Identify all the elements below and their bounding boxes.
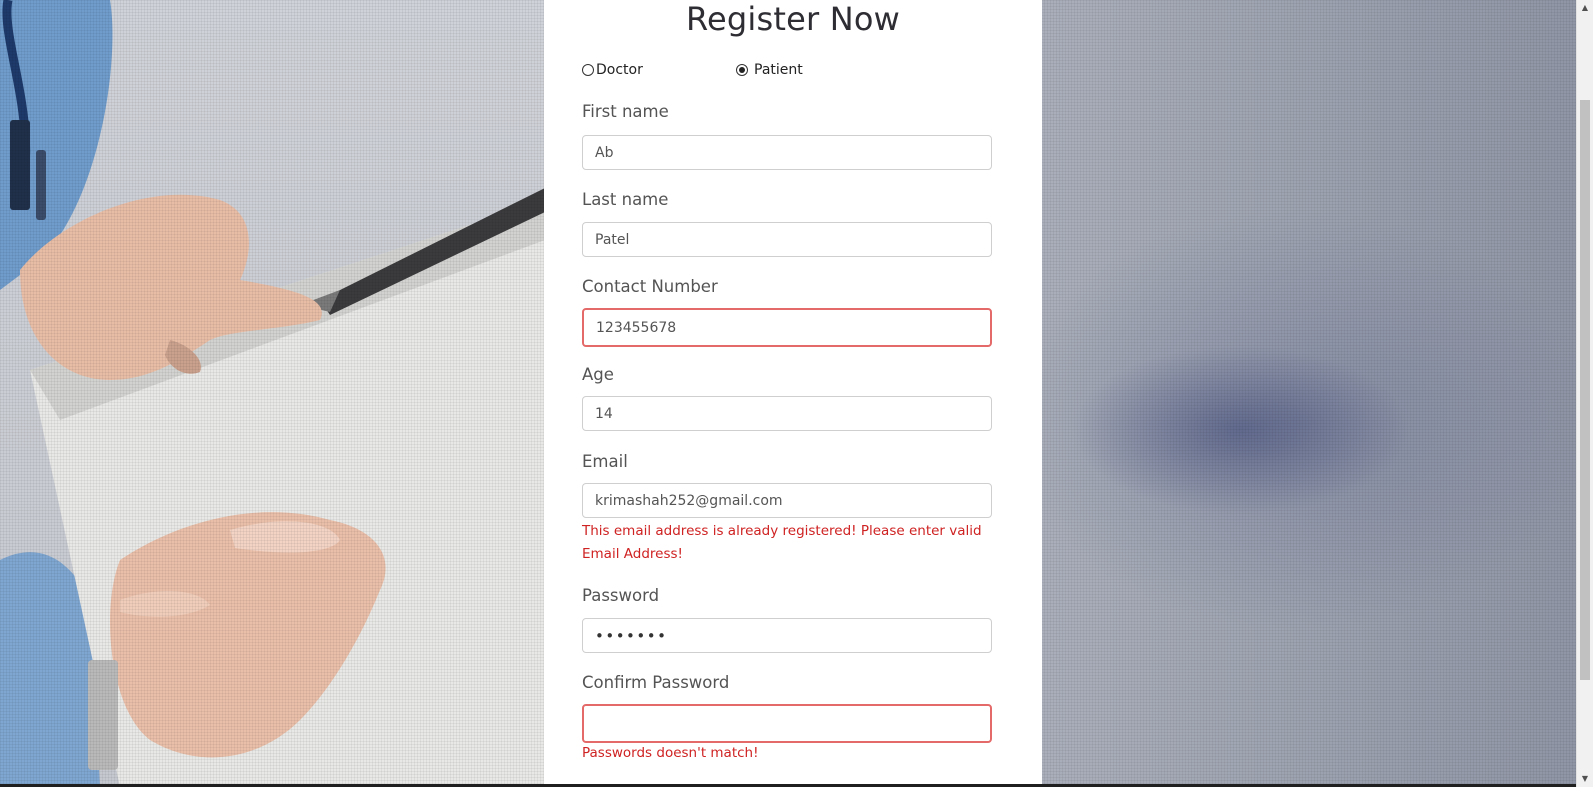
last-name-value: Patel <box>595 231 630 248</box>
email-value: krimashah252@gmail.com <box>595 492 783 509</box>
scrollbar-thumb[interactable] <box>1580 100 1590 680</box>
role-option-label: Doctor <box>596 62 643 78</box>
first-name-label: First name <box>582 102 669 121</box>
role-selector: Doctor Patient <box>582 62 1002 82</box>
password-value: ••••••• <box>595 626 668 645</box>
page: Register Now Doctor Patient First name A… <box>0 0 1593 787</box>
age-input[interactable]: 14 <box>582 396 992 431</box>
registration-card: Register Now Doctor Patient First name A… <box>544 0 1042 787</box>
confirm-password-input[interactable] <box>582 704 992 743</box>
radio-patient[interactable] <box>736 64 748 76</box>
age-value: 14 <box>595 405 613 422</box>
email-error-message: This email address is already registered… <box>582 523 982 562</box>
role-option-doctor[interactable]: Doctor <box>582 62 643 78</box>
age-label: Age <box>582 365 614 384</box>
scroll-up-icon[interactable]: ▲ <box>1577 0 1593 16</box>
contact-number-input[interactable]: 123455678 <box>582 308 992 347</box>
scroll-down-icon[interactable]: ▼ <box>1577 771 1593 787</box>
contact-number-label: Contact Number <box>582 277 718 296</box>
password-input[interactable]: ••••••• <box>582 618 992 653</box>
page-title: Register Now <box>685 0 900 38</box>
radio-doctor[interactable] <box>582 64 594 76</box>
last-name-label: Last name <box>582 190 669 209</box>
email-label: Email <box>582 452 628 471</box>
contact-number-value: 123455678 <box>596 319 677 336</box>
role-option-label: Patient <box>754 62 803 78</box>
page-scrollbar[interactable]: ▲ ▼ <box>1576 0 1593 787</box>
confirm-password-error-message: Passwords doesn't match! <box>582 745 759 761</box>
email-input[interactable]: krimashah252@gmail.com <box>582 483 992 518</box>
last-name-input[interactable]: Patel <box>582 222 992 257</box>
first-name-input[interactable]: Ab <box>582 135 992 170</box>
first-name-value: Ab <box>595 144 614 161</box>
password-label: Password <box>582 586 660 605</box>
confirm-password-label: Confirm Password <box>582 673 730 692</box>
role-option-patient[interactable]: Patient <box>736 62 803 78</box>
